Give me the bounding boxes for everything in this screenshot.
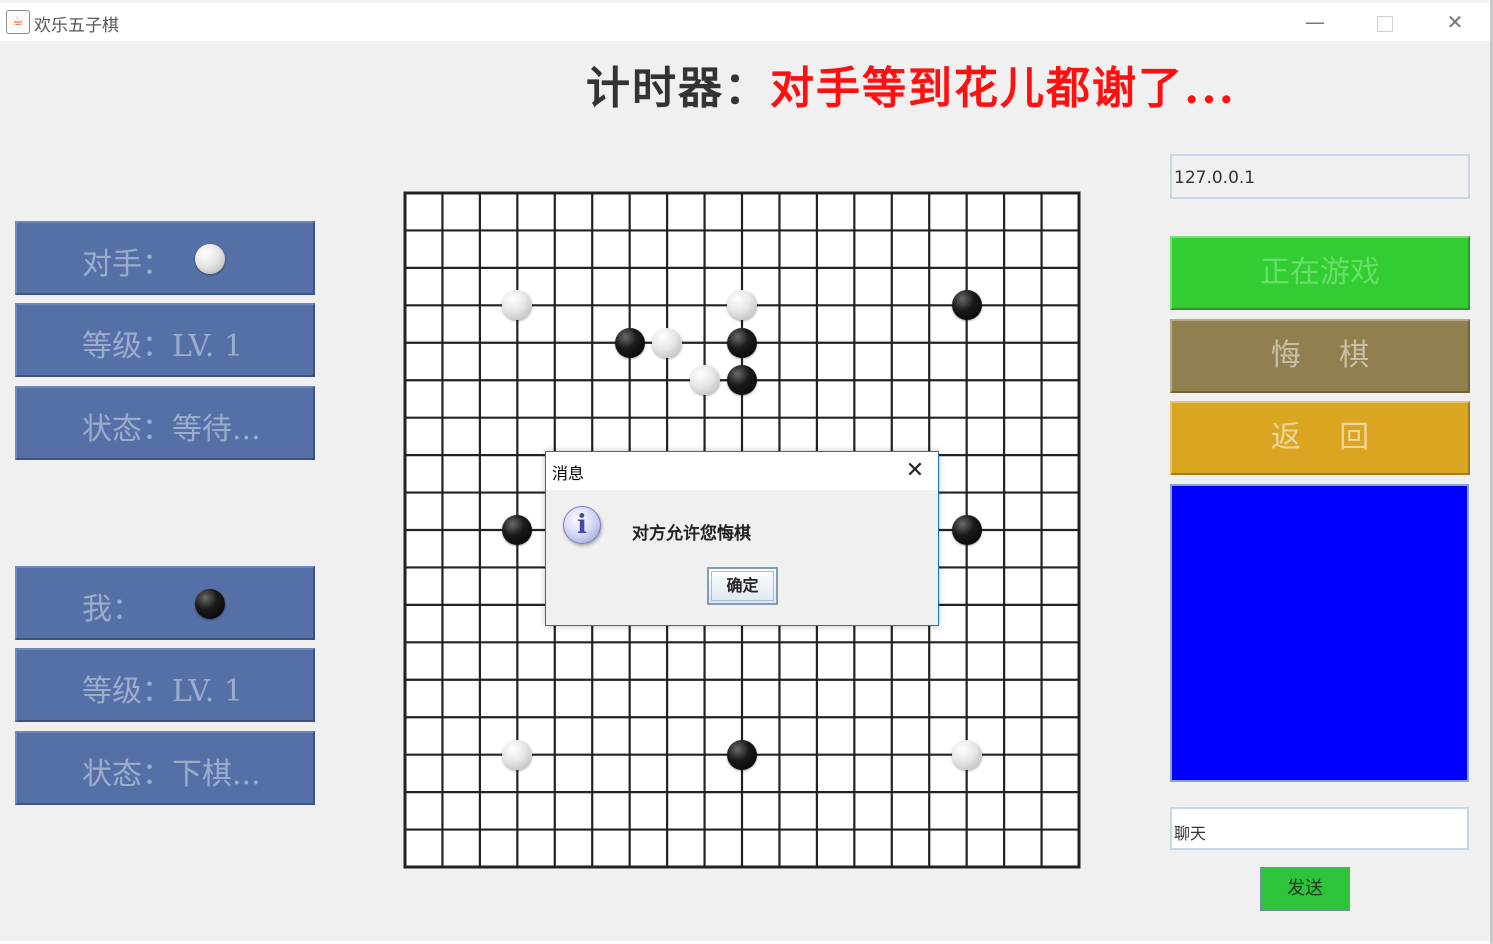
white-stone	[689, 365, 720, 396]
timer: 计时器：对手等到花儿都谢了...	[586, 52, 1236, 116]
timer-value: 对手等到花儿都谢了...	[770, 63, 1236, 114]
window-titlebar: ☕ 欢乐五子棋 — ✕	[0, 3, 1493, 41]
timer-label: 计时器：	[586, 63, 770, 114]
message-dialog: 消息 ✕ i 对方允许您悔棋 确定	[545, 451, 939, 626]
chat-input-value: 聊天	[1174, 824, 1207, 843]
opponent-label: 对手：	[82, 247, 172, 282]
black-stone	[614, 327, 645, 358]
java-app-icon: ☕	[6, 10, 30, 34]
opponent-level: 等级：LV. 1	[82, 329, 243, 364]
me-label: 我：	[82, 592, 142, 627]
white-stone	[951, 739, 982, 770]
undo-label: 悔 棋	[1270, 338, 1370, 373]
me-status: 状态：下棋...	[82, 757, 261, 792]
black-stone	[951, 290, 982, 321]
dialog-titlebar: 消息 ✕	[546, 452, 938, 490]
chat-history-area[interactable]	[1170, 484, 1469, 782]
dialog-title: 消息	[552, 464, 585, 483]
game-status-button[interactable]: 正在游戏	[1170, 236, 1470, 310]
me-level: 等级：LV. 1	[82, 674, 243, 709]
close-button[interactable]: ✕	[1432, 5, 1478, 39]
me-panel: 我：	[15, 566, 315, 640]
chat-input[interactable]: 聊天	[1170, 807, 1469, 850]
information-icon: i	[563, 506, 601, 544]
undo-button[interactable]: 悔 棋	[1170, 319, 1470, 393]
opponent-panel: 对手：	[15, 221, 315, 295]
dialog-message: 对方允许您悔棋	[632, 524, 751, 544]
opponent-white-stone-icon	[195, 244, 225, 274]
dialog-ok-button[interactable]: 确定	[707, 567, 778, 605]
opponent-status: 状态：等待...	[82, 412, 261, 447]
ip-address-value: 127.0.0.1	[1174, 168, 1256, 188]
ip-address-field[interactable]: 127.0.0.1	[1170, 154, 1470, 199]
minimize-button[interactable]: —	[1292, 5, 1338, 39]
back-label: 返 回	[1270, 420, 1370, 455]
black-stone	[727, 739, 757, 770]
black-stone	[727, 327, 757, 358]
black-stone	[951, 515, 982, 545]
me-status-panel: 状态：下棋...	[15, 731, 315, 805]
dialog-close-button[interactable]: ✕	[896, 454, 934, 488]
back-button[interactable]: 返 回	[1170, 401, 1470, 475]
maximize-button[interactable]	[1377, 16, 1393, 32]
white-stone	[502, 739, 533, 770]
opponent-status-panel: 状态：等待...	[15, 386, 315, 460]
me-level-panel: 等级：LV. 1	[15, 648, 315, 722]
white-stone	[652, 327, 683, 358]
window-title: 欢乐五子棋	[34, 16, 119, 36]
send-button[interactable]: 发送	[1260, 867, 1350, 911]
opponent-level-panel: 等级：LV. 1	[15, 303, 315, 377]
me-black-stone-icon	[195, 589, 225, 619]
